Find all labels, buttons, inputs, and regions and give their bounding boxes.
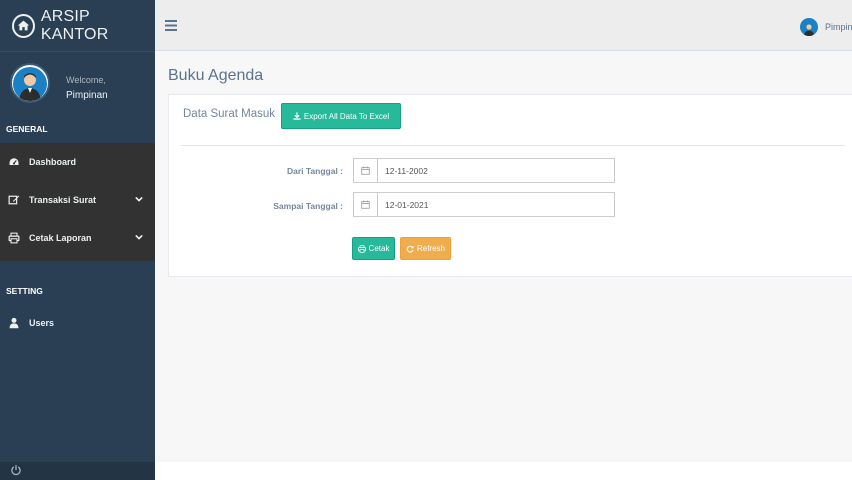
sidebar-item-label: Cetak Laporan [29, 233, 92, 243]
section-general-title: GENERAL [6, 124, 48, 134]
tachometer-icon [7, 155, 21, 169]
profile: Welcome, Pimpinan [0, 52, 155, 118]
sampai-tanggal-field[interactable]: 12-01-2021 [353, 192, 615, 217]
dari-tanggal-value[interactable]: 12-11-2002 [378, 166, 428, 176]
sidebar-item-users[interactable]: Users [0, 312, 155, 334]
general-menu: Dashboard Transaksi Surat Cetak Laporan [0, 143, 155, 261]
dari-tanggal-field[interactable]: 12-11-2002 [353, 158, 615, 183]
welcome-text: Welcome, [66, 75, 106, 85]
content-panel: Data Surat Masuk Export All Data To Exce… [168, 94, 852, 277]
cetak-button[interactable]: Cetak [352, 237, 395, 260]
calendar-icon[interactable] [354, 193, 378, 216]
sidebar-item-label: Transaksi Surat [29, 195, 97, 205]
sidebar: ARSIP KANTOR Welcome, Pimpinan GENERAL D… [0, 0, 155, 480]
refresh-button[interactable]: Refresh [400, 237, 451, 260]
page-title: Buku Agenda [168, 67, 264, 84]
sidebar-item-label: Users [29, 318, 55, 328]
brand[interactable]: ARSIP KANTOR [0, 0, 155, 52]
chevron-down-icon [135, 196, 143, 202]
calendar-icon[interactable] [354, 159, 378, 182]
avatar [10, 63, 50, 103]
download-icon [293, 112, 301, 120]
profile-user-name: Pimpinan [66, 90, 108, 101]
power-icon[interactable] [10, 464, 22, 476]
hamburger-icon[interactable] [165, 20, 177, 31]
sidebar-item-label: Dashboard [29, 157, 77, 167]
user-icon [7, 316, 21, 330]
print-icon [357, 244, 366, 253]
sidebar-footer [0, 462, 155, 480]
export-excel-label: Export All Data To Excel [303, 111, 390, 121]
sidebar-item-cetak-laporan[interactable]: Cetak Laporan [0, 219, 155, 257]
refresh-icon [406, 245, 414, 253]
top-user-name[interactable]: Pimpinan [825, 22, 852, 32]
top-avatar[interactable] [800, 18, 818, 36]
export-excel-button[interactable]: Export All Data To Excel [281, 103, 401, 129]
dari-tanggal-label: Dari Tanggal : [286, 166, 343, 176]
brand-title: ARSIP KANTOR [40, 7, 109, 43]
sampai-tanggal-label: Sampai Tanggal : [273, 201, 343, 211]
sampai-tanggal-value[interactable]: 12-01-2021 [378, 200, 428, 210]
sidebar-item-transaksi-surat[interactable]: Transaksi Surat [0, 181, 155, 219]
refresh-label: Refresh [416, 244, 445, 253]
print-icon [7, 231, 21, 245]
home-icon [12, 13, 35, 38]
cetak-label: Cetak [368, 244, 390, 253]
edit-icon [7, 193, 21, 207]
page-footer [155, 462, 852, 480]
panel-title: Data Surat Masuk [183, 108, 276, 120]
divider [181, 145, 845, 146]
sidebar-item-dashboard[interactable]: Dashboard [0, 143, 155, 181]
chevron-down-icon [135, 234, 143, 240]
section-setting-title: SETTING [6, 286, 43, 296]
top-navbar: Pimpinan [155, 0, 852, 51]
